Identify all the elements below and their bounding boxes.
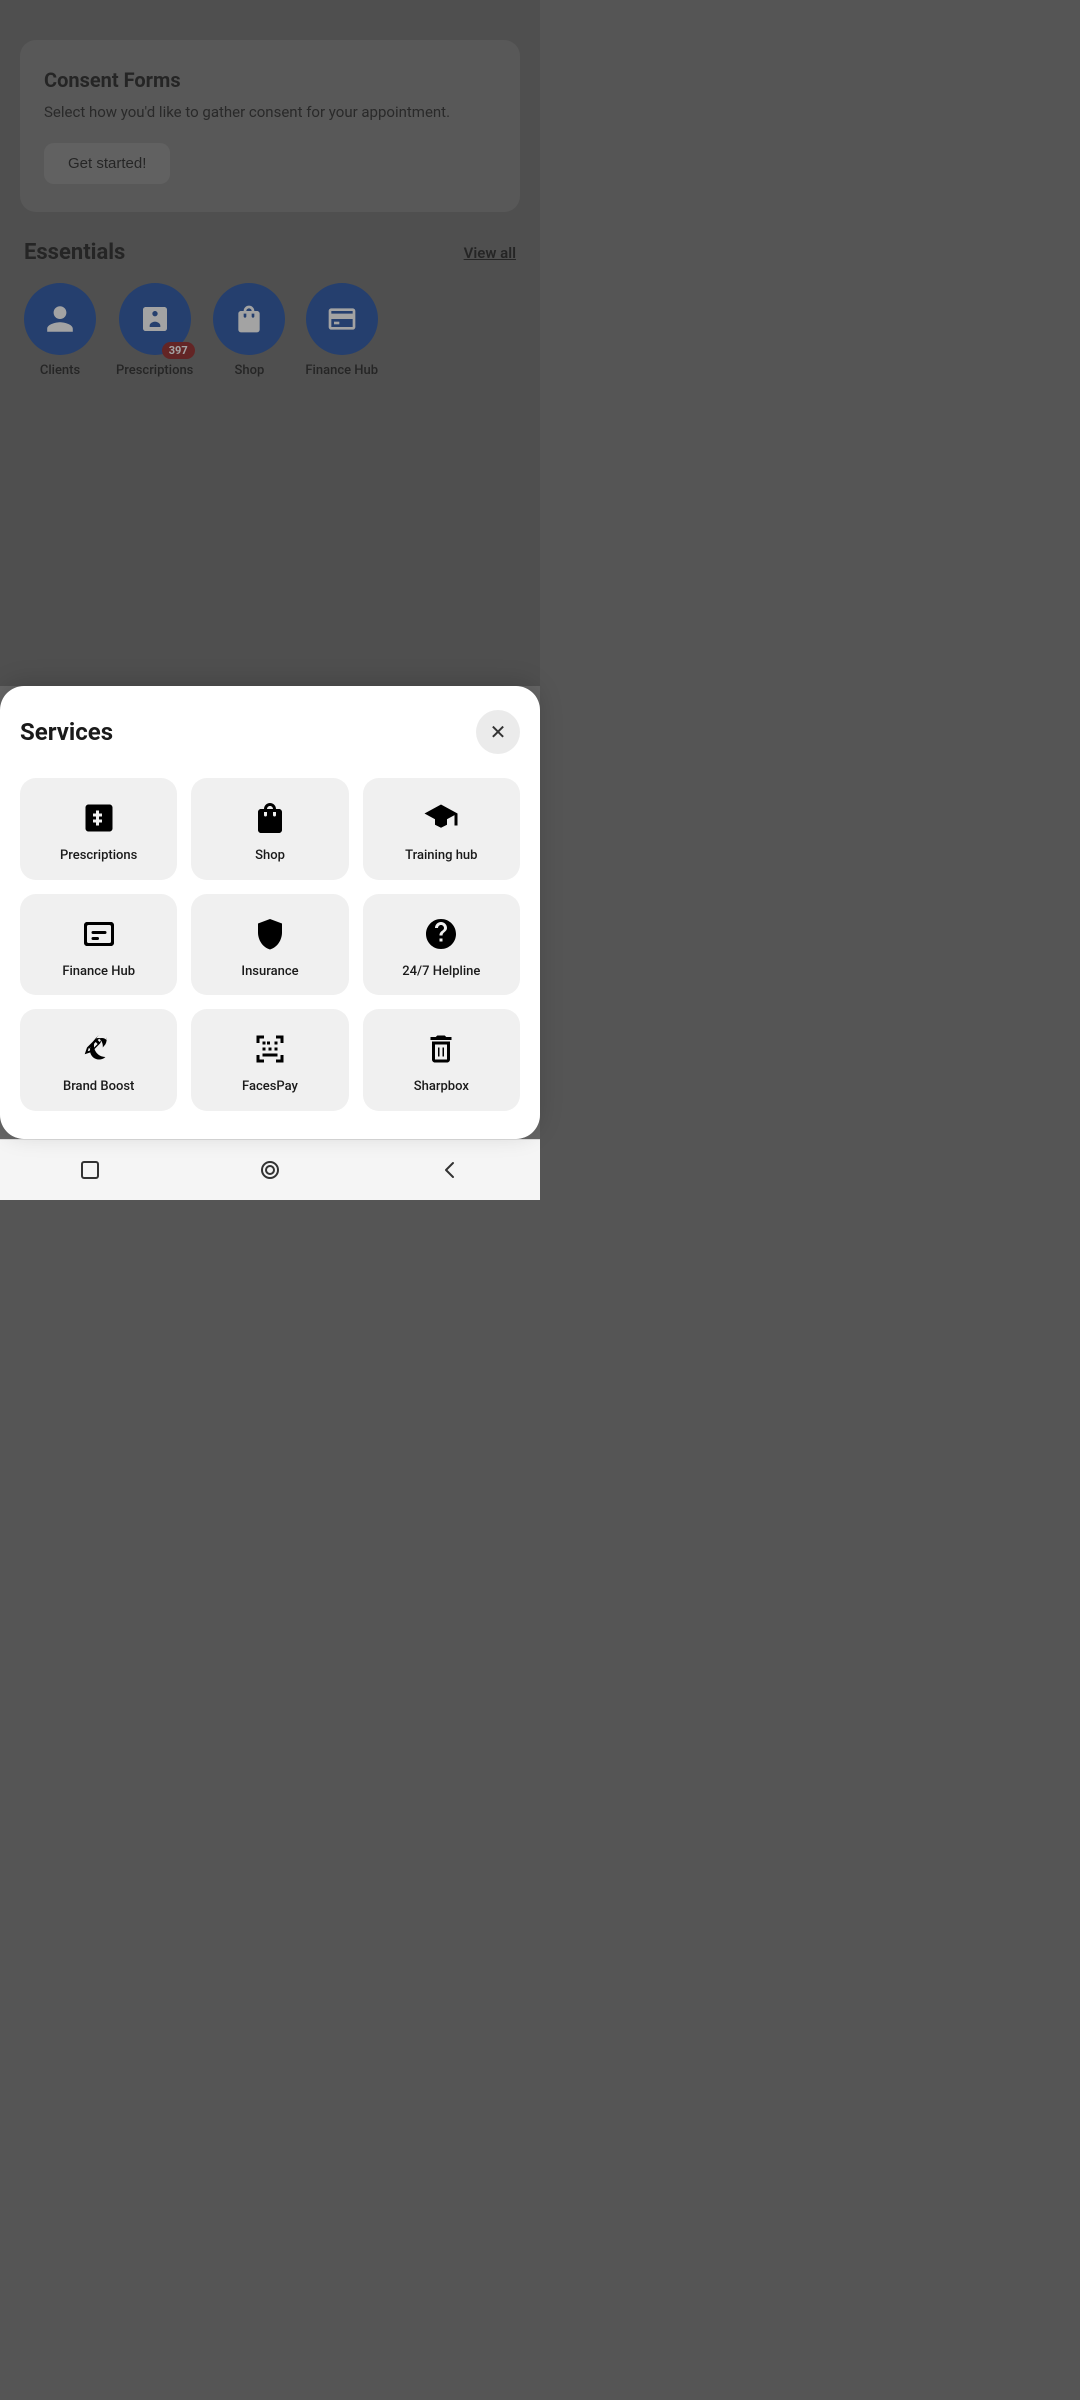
sharpbox-service-icon — [423, 1031, 459, 1067]
prescriptions-badge: 397 — [162, 342, 195, 359]
shop-label: Shop — [234, 363, 264, 378]
prescriptions-label: Prescriptions — [116, 363, 193, 378]
close-icon: ✕ — [490, 720, 507, 745]
clients-label: Clients — [40, 363, 80, 378]
prescriptions-circle: 397 — [119, 283, 191, 355]
services-modal: Services ✕ Prescriptions Shop — [0, 686, 540, 1139]
training-service-label: Training hub — [405, 848, 477, 864]
nav-back-button[interactable] — [434, 1154, 466, 1186]
modal-header: Services ✕ — [20, 710, 520, 754]
essentials-item-finance[interactable]: Finance Hub — [305, 283, 378, 378]
essentials-item-clients[interactable]: Clients — [24, 283, 96, 378]
essentials-item-prescriptions[interactable]: 397 Prescriptions — [116, 283, 193, 378]
sharpbox-service-label: Sharpbox — [414, 1079, 469, 1095]
helpline-service-label: 24/7 Helpline — [402, 964, 480, 980]
shop-service-icon — [252, 800, 288, 836]
service-item-insurance[interactable]: Insurance — [191, 894, 348, 996]
training-service-icon — [423, 800, 459, 836]
clients-circle — [24, 283, 96, 355]
finance-icon — [326, 303, 358, 335]
helpline-service-icon — [423, 916, 459, 952]
back-icon — [438, 1158, 462, 1182]
nav-bar — [0, 1139, 540, 1200]
finance-label: Finance Hub — [305, 363, 378, 378]
close-button[interactable]: ✕ — [476, 710, 520, 754]
consent-description: Select how you'd like to gather consent … — [44, 102, 496, 123]
get-started-button[interactable]: Get started! — [44, 143, 170, 184]
modal-title: Services — [20, 718, 113, 746]
service-item-training[interactable]: Training hub — [363, 778, 520, 880]
view-all-link[interactable]: View all — [464, 244, 516, 262]
shop-circle — [213, 283, 285, 355]
consent-card: Consent Forms Select how you'd like to g… — [20, 40, 520, 212]
finance-circle — [306, 283, 378, 355]
brand-boost-service-icon — [81, 1031, 117, 1067]
service-item-facespay[interactable]: FacesPay — [191, 1009, 348, 1111]
essentials-icons: Clients 397 Prescriptions — [20, 283, 520, 378]
service-item-shop[interactable]: Shop — [191, 778, 348, 880]
consent-title: Consent Forms — [44, 68, 496, 92]
finance-service-icon — [81, 916, 117, 952]
prescription-icon — [139, 303, 171, 335]
square-icon — [78, 1158, 102, 1182]
prescriptions-service-icon — [81, 800, 117, 836]
prescriptions-service-label: Prescriptions — [60, 848, 137, 864]
nav-home-button[interactable] — [254, 1154, 286, 1186]
brand-boost-service-label: Brand Boost — [63, 1079, 134, 1095]
shop-service-label: Shop — [255, 848, 285, 864]
nav-square-button[interactable] — [74, 1154, 106, 1186]
facespay-service-label: FacesPay — [242, 1079, 298, 1095]
service-item-helpline[interactable]: 24/7 Helpline — [363, 894, 520, 996]
essentials-title: Essentials — [24, 240, 125, 265]
person-icon — [44, 303, 76, 335]
shop-icon — [233, 303, 265, 335]
essentials-item-shop[interactable]: Shop — [213, 283, 285, 378]
facespay-service-icon — [252, 1031, 288, 1067]
services-grid: Prescriptions Shop Training hub — [20, 778, 520, 1111]
service-item-brand-boost[interactable]: Brand Boost — [20, 1009, 177, 1111]
insurance-service-label: Insurance — [241, 964, 298, 980]
service-item-prescriptions[interactable]: Prescriptions — [20, 778, 177, 880]
service-item-finance[interactable]: Finance Hub — [20, 894, 177, 996]
insurance-service-icon — [252, 916, 288, 952]
essentials-header: Essentials View all — [20, 240, 520, 265]
circle-icon — [258, 1158, 282, 1182]
service-item-sharpbox[interactable]: Sharpbox — [363, 1009, 520, 1111]
finance-service-label: Finance Hub — [62, 964, 135, 980]
